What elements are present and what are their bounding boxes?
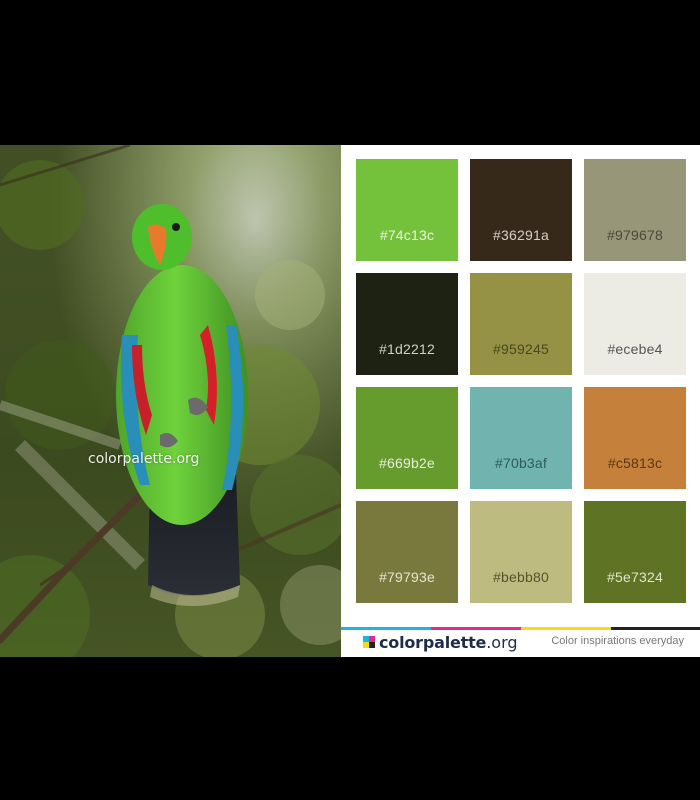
swatch-hex-label: #959245 — [493, 341, 549, 357]
color-swatch[interactable]: #5e7324 — [584, 501, 686, 603]
photo-watermark: colorpalette.org — [88, 451, 200, 467]
colorpalette-logo-icon — [363, 636, 375, 648]
color-swatch[interactable]: #74c13c — [356, 159, 458, 261]
swatch-hex-label: #c5813c — [607, 455, 663, 471]
color-swatch[interactable]: #959245 — [470, 273, 572, 375]
brand-name: colorpalette — [379, 632, 487, 652]
brand-tld: .org — [486, 632, 518, 652]
color-swatch[interactable]: #c5813c — [584, 387, 686, 489]
page: colorpalette.org #74c13c #36291a #979678 #1… — [0, 0, 700, 800]
tagline: Color inspirations everyday — [551, 635, 684, 647]
color-swatch-grid: #74c13c #36291a #979678 #1d2212 #959245 #eceb… — [341, 145, 700, 623]
swatch-hex-label: #669b2e — [379, 455, 435, 471]
swatch-hex-label: #36291a — [493, 227, 549, 243]
footer-stripe-pink — [431, 627, 521, 630]
parrot-photo: colorpalette.org — [0, 145, 341, 657]
color-swatch[interactable]: #79793e — [356, 501, 458, 603]
color-swatch[interactable]: #36291a — [470, 159, 572, 261]
color-swatch[interactable]: #ecebe4 — [584, 273, 686, 375]
logo-square-4 — [369, 642, 375, 648]
footer-stripe-yellow — [521, 627, 611, 630]
footer-stripe-dark — [611, 627, 700, 630]
color-swatch[interactable]: #70b3af — [470, 387, 572, 489]
swatch-hex-label: #5e7324 — [607, 569, 663, 585]
color-swatch[interactable]: #979678 — [584, 159, 686, 261]
footer-bar: colorpalette .org Color inspirations ever… — [341, 623, 700, 657]
brand-logo-link[interactable]: colorpalette .org — [363, 632, 518, 652]
swatch-hex-label: #ecebe4 — [607, 341, 663, 357]
swatch-hex-label: #74c13c — [379, 227, 435, 243]
swatch-hex-label: #79793e — [379, 569, 435, 585]
color-swatch[interactable]: #bebb80 — [470, 501, 572, 603]
swatch-hex-label: #bebb80 — [493, 569, 549, 585]
swatch-hex-label: #1d2212 — [379, 341, 435, 357]
palette-card: colorpalette.org #74c13c #36291a #979678 #1… — [0, 145, 700, 657]
swatch-hex-label: #70b3af — [494, 455, 547, 471]
color-swatch[interactable]: #669b2e — [356, 387, 458, 489]
color-swatch[interactable]: #1d2212 — [356, 273, 458, 375]
parrot-image — [0, 145, 341, 657]
swatch-hex-label: #979678 — [607, 227, 663, 243]
footer-stripe-blue — [341, 627, 431, 630]
